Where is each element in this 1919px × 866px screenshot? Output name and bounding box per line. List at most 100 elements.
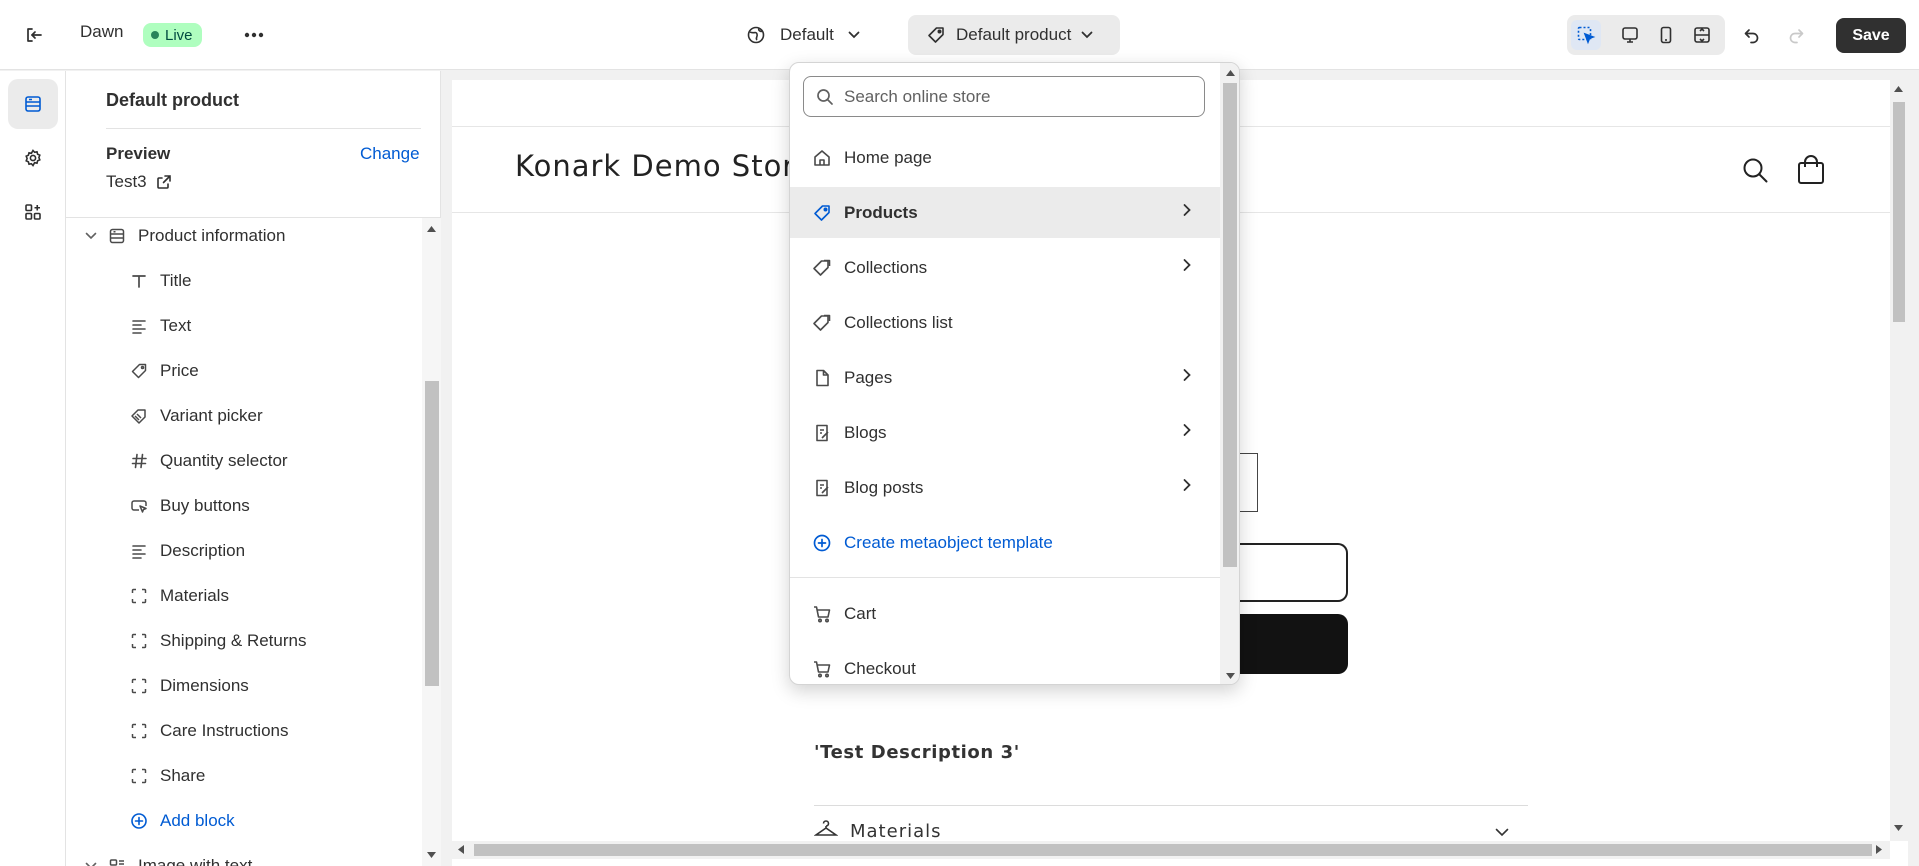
tree-block-dimensions[interactable]: Dimensions [128, 668, 249, 704]
menu-item-checkout[interactable]: Checkout [790, 643, 1220, 684]
chevron-down-icon[interactable] [1495, 828, 1509, 837]
tree-block-quantity-selector[interactable]: Quantity selector [128, 443, 288, 479]
preview-label: Preview [106, 144, 171, 163]
menu-item-products[interactable]: Products [790, 187, 1220, 238]
preview-vertical-scrollbar[interactable] [1890, 80, 1908, 841]
tree-block-price[interactable]: Price [128, 353, 199, 389]
tree-label: Add block [160, 811, 235, 830]
undo-icon[interactable] [1738, 21, 1766, 49]
preview-product-link[interactable]: Test3 [106, 172, 172, 192]
globe-icon [747, 26, 765, 44]
add-block-button[interactable]: Add block [128, 803, 235, 839]
exit-icon[interactable] [20, 21, 48, 49]
tree-block-text[interactable]: Text [128, 308, 191, 344]
chevron-right-icon [1183, 369, 1191, 381]
tree-block-share[interactable]: Share [128, 758, 205, 794]
scroll-up-icon[interactable] [1226, 70, 1235, 76]
menu-item-blog-posts[interactable]: Blog posts [790, 462, 1220, 513]
menu-item-label: Collections list [844, 313, 953, 332]
sidebar-scroll-thumb[interactable] [425, 381, 439, 686]
preview-horizontal-scrollbar[interactable] [452, 841, 1890, 859]
menu-item-cart[interactable]: Cart [790, 588, 1220, 639]
locale-selector[interactable]: Default [740, 20, 866, 50]
tree-label: Title [160, 271, 192, 290]
chevron-down-icon[interactable] [82, 862, 100, 866]
dropdown-scroll-thumb[interactable] [1223, 83, 1237, 567]
product-description: 'Test Description 3' [814, 742, 1020, 763]
dashed-box-icon [128, 630, 150, 652]
tree-block-shipping-returns[interactable]: Shipping & Returns [128, 623, 306, 659]
menu-item-label: Products [844, 203, 918, 222]
text-type-icon [128, 270, 150, 292]
tree-block-variant-picker[interactable]: Variant picker [128, 398, 263, 434]
dashed-box-icon [128, 585, 150, 607]
tree-block-buy-buttons[interactable]: Buy buttons [128, 488, 250, 524]
chevron-right-icon [1183, 259, 1191, 271]
save-button[interactable]: Save [1836, 18, 1906, 53]
chevron-right-icon [1183, 204, 1191, 216]
live-badge-label: Live [165, 26, 193, 44]
menu-item-blogs[interactable]: Blogs [790, 407, 1220, 458]
divider [814, 805, 1528, 806]
section-icon [106, 225, 128, 247]
tree-label: Image with text [138, 856, 253, 866]
sidebar-scrollbar[interactable] [422, 218, 441, 866]
preview-product-name: Test3 [106, 172, 147, 191]
menu-item-pages[interactable]: Pages [790, 352, 1220, 403]
preview-vertical-thumb[interactable] [1893, 102, 1905, 322]
tag-icon [928, 27, 944, 43]
tree-block-materials[interactable]: Materials [128, 578, 229, 614]
create-metaobject-template-button[interactable]: Create metaobject template [790, 517, 1220, 568]
tree-label: Materials [160, 586, 229, 605]
search-input[interactable] [844, 86, 1184, 107]
change-preview-link[interactable]: Change [360, 144, 420, 164]
scroll-down-icon[interactable] [1894, 825, 1903, 831]
live-badge: Live [143, 23, 202, 47]
section-tree: Product information Title Text Price Var… [66, 218, 422, 866]
menu-item-home-page[interactable]: Home page [790, 132, 1220, 183]
scroll-up-icon[interactable] [1894, 86, 1903, 92]
dropdown-scrollbar[interactable] [1220, 63, 1239, 684]
tree-label: Product information [138, 226, 286, 245]
fullscreen-view-icon[interactable] [1687, 20, 1717, 50]
inspector-select-icon[interactable] [1571, 20, 1601, 50]
template-selector[interactable]: Default product [908, 15, 1120, 55]
tree-label: Dimensions [160, 676, 249, 695]
tree-section-image-with-text[interactable]: Image with text [82, 848, 252, 866]
tree-label: Variant picker [160, 406, 263, 425]
scroll-up-icon[interactable] [427, 226, 436, 232]
tree-block-care-instructions[interactable]: Care Instructions [128, 713, 289, 749]
view-tools [1567, 15, 1725, 55]
redo-icon[interactable] [1782, 21, 1810, 49]
cart-icon[interactable] [1797, 155, 1825, 185]
chevron-down-icon[interactable] [82, 232, 100, 240]
divider [790, 577, 1220, 578]
scroll-down-icon[interactable] [427, 852, 436, 858]
preview-horizontal-thumb[interactable] [474, 844, 1872, 856]
tree-block-title[interactable]: Title [128, 263, 192, 299]
scroll-right-icon[interactable] [1876, 845, 1882, 854]
menu-item-collections[interactable]: Collections [790, 242, 1220, 293]
page-icon [811, 367, 833, 389]
scroll-down-icon[interactable] [1226, 673, 1235, 679]
apps-icon[interactable] [8, 187, 58, 237]
menu-item-collections-list[interactable]: Collections list [790, 297, 1220, 348]
materials-accordion[interactable]: Materials [814, 820, 942, 842]
more-actions-icon[interactable] [240, 21, 268, 49]
search-icon[interactable] [1742, 157, 1768, 183]
desktop-view-icon[interactable] [1615, 20, 1645, 50]
sections-icon[interactable] [8, 79, 58, 129]
settings-gear-icon[interactable] [8, 133, 58, 183]
tree-label: Description [160, 541, 246, 560]
chevron-down-icon [848, 31, 860, 39]
tree-block-description[interactable]: Description [128, 533, 245, 569]
cursor-button-icon [128, 495, 150, 517]
theme-name: Dawn [80, 22, 124, 41]
store-logo[interactable]: Konark Demo Store [515, 149, 813, 183]
search-field[interactable] [803, 76, 1205, 117]
tree-section-product-information[interactable]: Product information [82, 218, 285, 254]
mobile-view-icon[interactable] [1651, 20, 1681, 50]
left-rail [0, 71, 66, 866]
sidebar: Default product Preview Change Test3 Pro… [66, 71, 441, 866]
scroll-left-icon[interactable] [458, 845, 464, 854]
